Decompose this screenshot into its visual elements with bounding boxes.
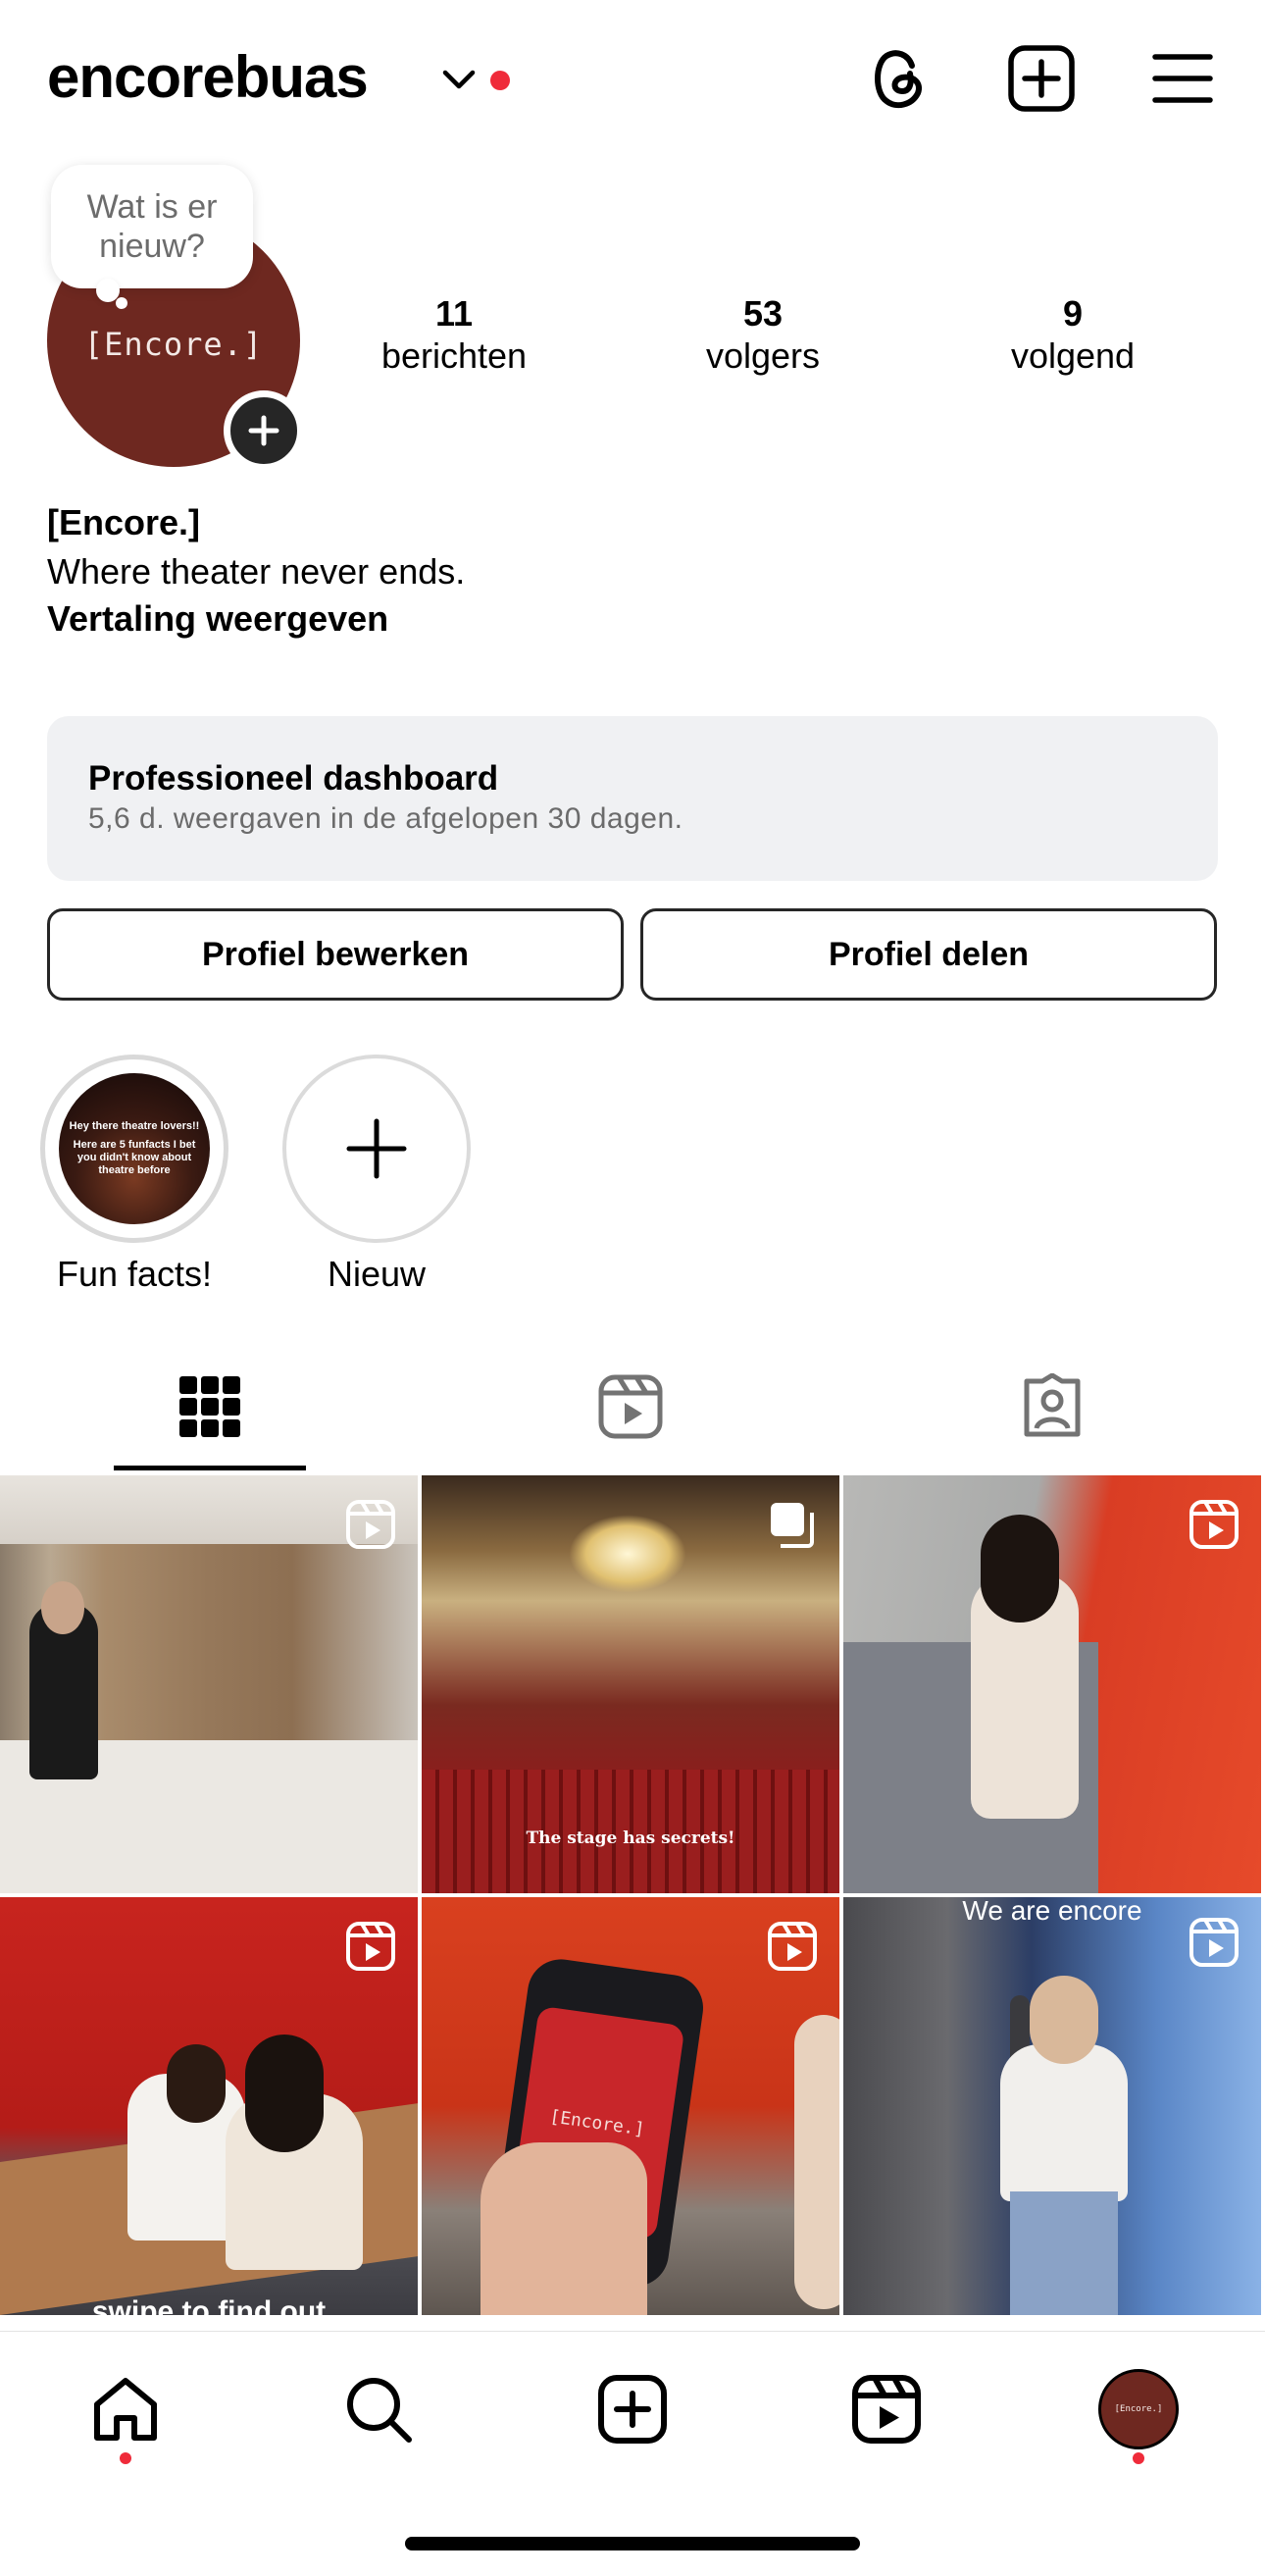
stat-followers[interactable]: 53 volgers (655, 292, 871, 377)
username-dropdown[interactable]: encorebuas (47, 43, 369, 111)
highlight-label: Nieuw (327, 1254, 427, 1294)
edit-profile-button[interactable]: Profiel bewerken (47, 908, 624, 1001)
home-indicator (405, 2537, 860, 2550)
share-profile-button[interactable]: Profiel delen (640, 908, 1217, 1001)
stat-posts-label: berichten (380, 335, 528, 376)
professional-dashboard[interactable]: Professioneel dashboard 5,6 d. weergaven… (47, 716, 1218, 881)
nav-profile[interactable]: [Encore.] (1091, 2362, 1186, 2456)
nav-home[interactable] (78, 2362, 173, 2456)
tab-posts-grid[interactable] (151, 1371, 269, 1442)
plus-icon (346, 1118, 407, 1179)
stat-posts-number: 11 (434, 293, 474, 334)
reel-badge-icon (1189, 1500, 1239, 1549)
profile-bio: Where theater never ends. (47, 551, 466, 592)
reels-icon (598, 1374, 663, 1439)
dashboard-title: Professioneel dashboard (88, 759, 499, 798)
reel-badge-icon (346, 1922, 395, 1971)
reel-badge-icon (1189, 1918, 1239, 1967)
nav-avatar-text: [Encore.] (1114, 2404, 1163, 2414)
create-icon (598, 2375, 667, 2444)
profile-name: [Encore.] (47, 502, 201, 542)
grid-post-caption: The stage has secrets! (526, 1829, 735, 1848)
note-bubble-tail-small (116, 297, 127, 309)
home-icon (94, 2378, 157, 2441)
translate-link[interactable]: Vertaling weergeven (47, 598, 388, 640)
active-tab-indicator (114, 1466, 306, 1470)
grid-post-caption: swipe to find out (91, 2295, 327, 2315)
search-icon (347, 2378, 412, 2443)
stat-posts[interactable]: 11 berichten (346, 292, 562, 377)
notification-dot (490, 71, 510, 90)
grid-post-6[interactable]: We are encore (843, 1897, 1261, 2315)
reels-icon (852, 2375, 921, 2444)
avatar-logo-text: [Encore.] (83, 326, 264, 363)
reel-badge-icon (346, 1500, 395, 1549)
plus-icon (248, 415, 279, 446)
stat-following-label: volgend (1010, 335, 1136, 376)
highlight-label: Fun facts! (56, 1254, 213, 1294)
nav-search[interactable] (331, 2362, 426, 2456)
threads-icon[interactable] (859, 39, 937, 118)
stat-following-number: 9 (1062, 293, 1084, 334)
reel-badge-icon (768, 1922, 817, 1971)
highlight-cover-line2: Here are 5 funfacts I bet you didn't kno… (73, 1139, 196, 1176)
grid-post-2[interactable]: The stage has secrets! (422, 1475, 839, 1893)
nav-create[interactable] (585, 2362, 680, 2456)
nav-home-notification-dot (120, 2452, 131, 2464)
grid-post-4[interactable]: swipe to find out (0, 1897, 418, 2315)
nav-reels[interactable] (839, 2362, 934, 2456)
carousel-icon (771, 1503, 814, 1548)
tab-reels[interactable] (572, 1371, 689, 1442)
chevron-down-icon[interactable] (441, 65, 477, 94)
highlight-cover: Hey there theatre lovers!! Here are 5 fu… (59, 1073, 210, 1224)
stat-followers-number: 53 (742, 293, 784, 334)
grid-post-1[interactable] (0, 1475, 418, 1893)
note-bubble[interactable]: Wat is er nieuw? (51, 165, 253, 288)
tab-tagged[interactable] (993, 1371, 1111, 1442)
create-icon[interactable] (1002, 39, 1081, 118)
dashboard-subtitle: 5,6 d. weergaven in de afgelopen 30 dage… (88, 802, 683, 835)
highlight-cover-line1: Hey there theatre lovers!! (69, 1120, 200, 1132)
nav-profile-notification-dot (1133, 2452, 1144, 2464)
phone-screen-logo: [Encore.] (548, 2105, 646, 2140)
grid-icon (179, 1376, 240, 1437)
add-story-button[interactable] (224, 390, 304, 471)
menu-icon[interactable] (1143, 39, 1222, 118)
grid-post-3[interactable] (843, 1475, 1261, 1893)
grid-post-5[interactable]: [Encore.] (422, 1897, 839, 2315)
highlight-fun-facts[interactable]: Hey there theatre lovers!! Here are 5 fu… (40, 1055, 228, 1243)
new-highlight-button[interactable] (282, 1055, 471, 1243)
nav-profile-avatar: [Encore.] (1098, 2369, 1179, 2449)
tagged-person-icon (1024, 1373, 1081, 1437)
stat-followers-label: volgers (705, 335, 821, 376)
stat-following[interactable]: 9 volgend (965, 292, 1181, 377)
